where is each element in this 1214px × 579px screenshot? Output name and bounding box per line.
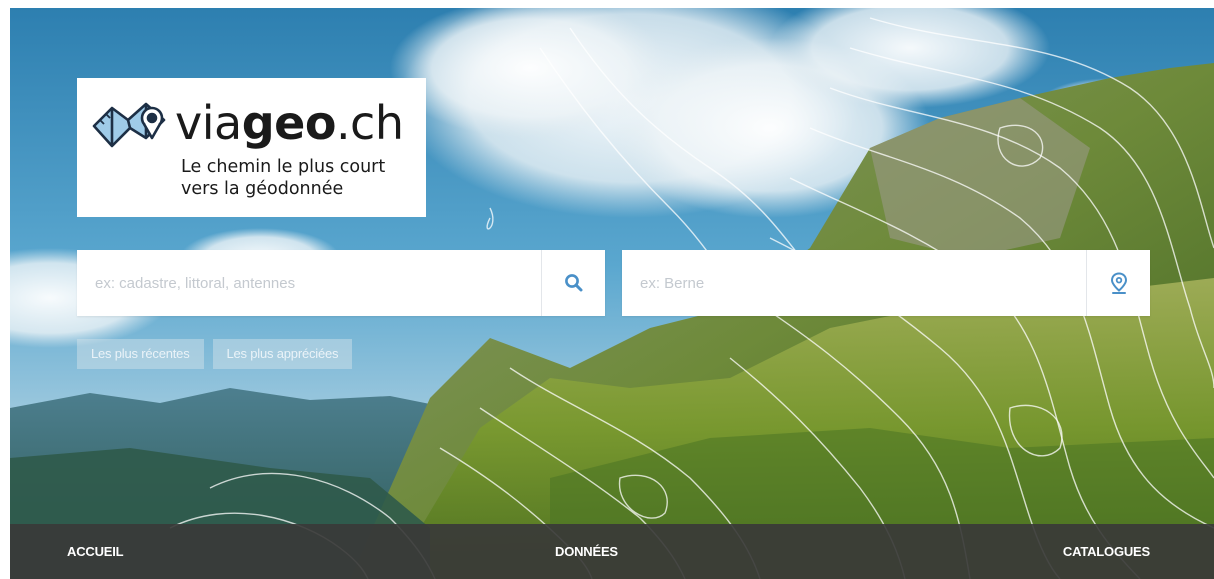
nav-item-data[interactable]: DONNÉES (555, 544, 618, 559)
locate-button[interactable] (1086, 250, 1150, 316)
tagline-line-2: vers la géodonnée (181, 179, 344, 199)
quick-link-popular[interactable]: Les plus appréciées (212, 339, 353, 369)
bottom-navigation-bar: ACCUEIL DONNÉES CATALOGUES (10, 524, 1214, 579)
search-icon (564, 274, 582, 292)
hero-banner: viageo.ch Le chemin le plus court vers l… (10, 8, 1214, 579)
brand-name: viageo.ch (175, 96, 404, 150)
location-pin-icon (1110, 272, 1127, 294)
location-search-box (622, 250, 1150, 316)
brand-logo[interactable]: viageo.ch Le chemin le plus court vers l… (77, 78, 426, 217)
folded-map-pin-icon (92, 102, 166, 148)
nav-item-home[interactable]: ACCUEIL (67, 544, 124, 559)
nav-item-catalogs[interactable]: CATALOGUES (1063, 544, 1150, 559)
keyword-search-button[interactable] (541, 250, 605, 316)
home-page: viageo.ch Le chemin le plus court vers l… (0, 0, 1214, 579)
tagline-line-1: Le chemin le plus court (181, 157, 386, 177)
quick-filter-links: Les plus récentes Les plus appréciées (77, 339, 353, 369)
keyword-search-box (77, 250, 605, 316)
location-search-input[interactable] (622, 250, 1086, 316)
brand-tagline: Le chemin le plus court vers la géodonné… (181, 156, 421, 200)
quick-link-recent[interactable]: Les plus récentes (77, 339, 204, 369)
keyword-search-input[interactable] (77, 250, 541, 316)
